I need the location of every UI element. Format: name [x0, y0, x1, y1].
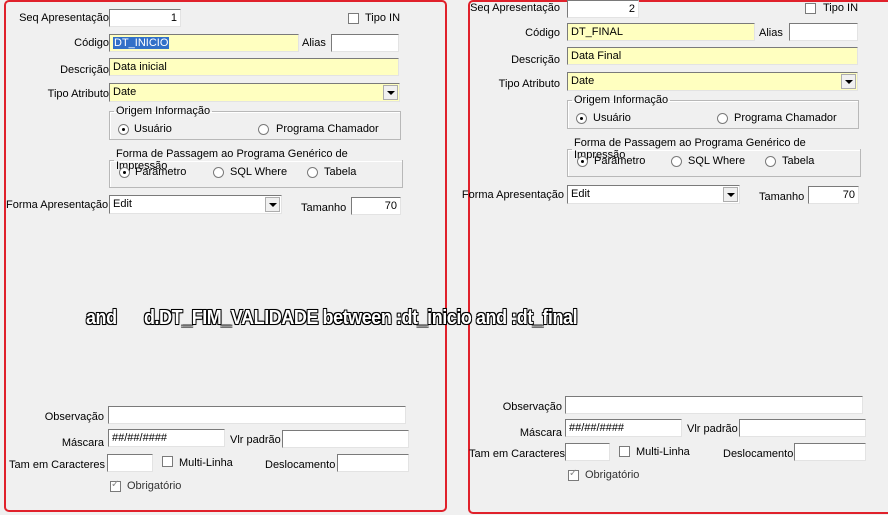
- vlr-padrao-label: Vlr padrão: [230, 434, 281, 446]
- tipo-atributo-label: Tipo Atributo: [47, 88, 109, 100]
- forma-parametro-label: Parâmetro: [594, 155, 646, 167]
- tipo-in-checkbox[interactable]: [348, 13, 359, 24]
- codigo-input[interactable]: DT_FINAL: [567, 23, 755, 41]
- origem-programa-radio[interactable]: [717, 113, 728, 124]
- left-parameter-panel: Seq Apresentação 1 Tipo IN Código DT_INI…: [4, 0, 447, 512]
- seq-input[interactable]: 1: [109, 9, 181, 27]
- mascara-label: Máscara: [61, 437, 104, 449]
- forma-sqlwhere-label: SQL Where: [688, 155, 746, 167]
- origem-programa-radio[interactable]: [258, 124, 269, 135]
- tipo-atributo-label: Tipo Atributo: [498, 78, 560, 90]
- forma-parametro-radio[interactable]: [119, 167, 130, 178]
- forma-parametro-label: Parâmetro: [135, 166, 187, 178]
- chevron-down-icon[interactable]: [265, 197, 280, 212]
- origem-legend: Origem Informação: [116, 105, 211, 117]
- chevron-down-icon[interactable]: [841, 74, 856, 89]
- codigo-label: Código: [525, 27, 560, 39]
- forma-tabela-label: Tabela: [782, 155, 815, 167]
- multilinha-checkbox[interactable]: [619, 446, 630, 457]
- tipo-in-checkbox[interactable]: [805, 3, 816, 14]
- forma-sqlwhere-label: SQL Where: [230, 166, 288, 178]
- descricao-label: Descrição: [60, 64, 109, 76]
- forma-tabela-radio[interactable]: [765, 156, 776, 167]
- forma-tabela-label: Tabela: [324, 166, 357, 178]
- obrigatorio-checkbox[interactable]: [568, 468, 579, 481]
- forma-apresentacao-label: Forma Apresentação: [461, 189, 564, 201]
- descricao-input[interactable]: Data Final: [567, 47, 858, 65]
- multilinha-label: Multi-Linha: [179, 457, 233, 469]
- origem-usuario-label: Usuário: [593, 112, 631, 124]
- forma-sqlwhere-radio[interactable]: [213, 167, 224, 178]
- seq-label: Seq Apresentação: [470, 2, 560, 14]
- alias-label: Alias: [302, 37, 326, 49]
- tamanho-input[interactable]: 70: [351, 197, 401, 215]
- forma-parametro-radio[interactable]: [577, 156, 588, 167]
- alias-input[interactable]: [331, 34, 399, 52]
- tamanho-label: Tamanho: [301, 202, 347, 214]
- forma-apresentacao-label: Forma Apresentação: [6, 199, 109, 211]
- obrigatorio-checkbox[interactable]: [110, 479, 121, 492]
- codigo-label: Código: [74, 37, 109, 49]
- forma-tabela-radio[interactable]: [307, 167, 318, 178]
- seq-label: Seq Apresentação: [19, 12, 109, 24]
- origem-usuario-radio[interactable]: [118, 124, 129, 135]
- mascara-input[interactable]: ##/##/####: [565, 419, 682, 437]
- deslocamento-label: Deslocamento: [723, 448, 794, 460]
- tipo-atributo-value: Date: [571, 75, 595, 87]
- tam-caracteres-label: Tam em Caracteres: [9, 459, 105, 471]
- origem-usuario-label: Usuário: [134, 123, 172, 135]
- obrigatorio-label: Obrigatório: [585, 469, 640, 481]
- tipo-in-label: Tipo IN: [823, 2, 859, 14]
- origem-usuario-radio[interactable]: [576, 113, 587, 124]
- tipo-atributo-select[interactable]: Date: [109, 83, 400, 102]
- tam-caracteres-input[interactable]: [107, 454, 153, 472]
- vlr-padrao-input[interactable]: [739, 419, 866, 437]
- deslocamento-input[interactable]: [337, 454, 409, 472]
- codigo-input[interactable]: DT_INICIO: [109, 34, 299, 52]
- tipo-atributo-value: Date: [113, 86, 137, 98]
- tamanho-label: Tamanho: [759, 191, 805, 203]
- multilinha-label: Multi-Linha: [636, 446, 690, 458]
- forma-sqlwhere-radio[interactable]: [671, 156, 682, 167]
- obrigatorio-label: Obrigatório: [127, 480, 182, 492]
- deslocamento-label: Deslocamento: [265, 459, 336, 471]
- chevron-down-icon[interactable]: [383, 85, 398, 100]
- multilinha-checkbox[interactable]: [162, 456, 173, 467]
- tamanho-input[interactable]: 70: [808, 186, 859, 204]
- tam-caracteres-input[interactable]: [565, 443, 610, 461]
- tipo-atributo-select[interactable]: Date: [567, 72, 858, 91]
- observacao-input[interactable]: [108, 406, 406, 424]
- mascara-label: Máscara: [519, 427, 562, 439]
- sql-overlay-text: and d.DT_FIM_VALIDADE between :dt_inicio…: [86, 307, 578, 329]
- deslocamento-input[interactable]: [794, 443, 866, 461]
- forma-apresentacao-select[interactable]: Edit: [567, 185, 740, 204]
- alias-input[interactable]: [789, 23, 858, 41]
- origem-legend: Origem Informação: [574, 94, 669, 106]
- forma-apresentacao-value: Edit: [113, 198, 132, 210]
- right-parameter-panel: Seq Apresentação 2 Tipo IN Código DT_FIN…: [462, 0, 888, 514]
- observacao-label: Observação: [44, 411, 104, 423]
- mascara-input[interactable]: ##/##/####: [108, 429, 225, 447]
- codigo-selected-text: DT_INICIO: [113, 37, 170, 49]
- tipo-in-label: Tipo IN: [365, 12, 401, 24]
- forma-apresentacao-select[interactable]: Edit: [109, 195, 282, 214]
- descricao-input[interactable]: Data inicial: [109, 58, 399, 76]
- observacao-label: Observação: [502, 401, 562, 413]
- alias-label: Alias: [759, 27, 783, 39]
- descricao-label: Descrição: [511, 54, 560, 66]
- forma-apresentacao-value: Edit: [571, 188, 590, 200]
- chevron-down-icon[interactable]: [723, 187, 738, 202]
- seq-input[interactable]: 2: [567, 0, 639, 18]
- tam-caracteres-label: Tam em Caracteres: [469, 448, 565, 460]
- observacao-input[interactable]: [565, 396, 863, 414]
- origem-programa-label: Programa Chamador: [276, 123, 379, 135]
- vlr-padrao-label: Vlr padrão: [687, 423, 738, 435]
- vlr-padrao-input[interactable]: [282, 430, 409, 448]
- origem-programa-label: Programa Chamador: [734, 112, 837, 124]
